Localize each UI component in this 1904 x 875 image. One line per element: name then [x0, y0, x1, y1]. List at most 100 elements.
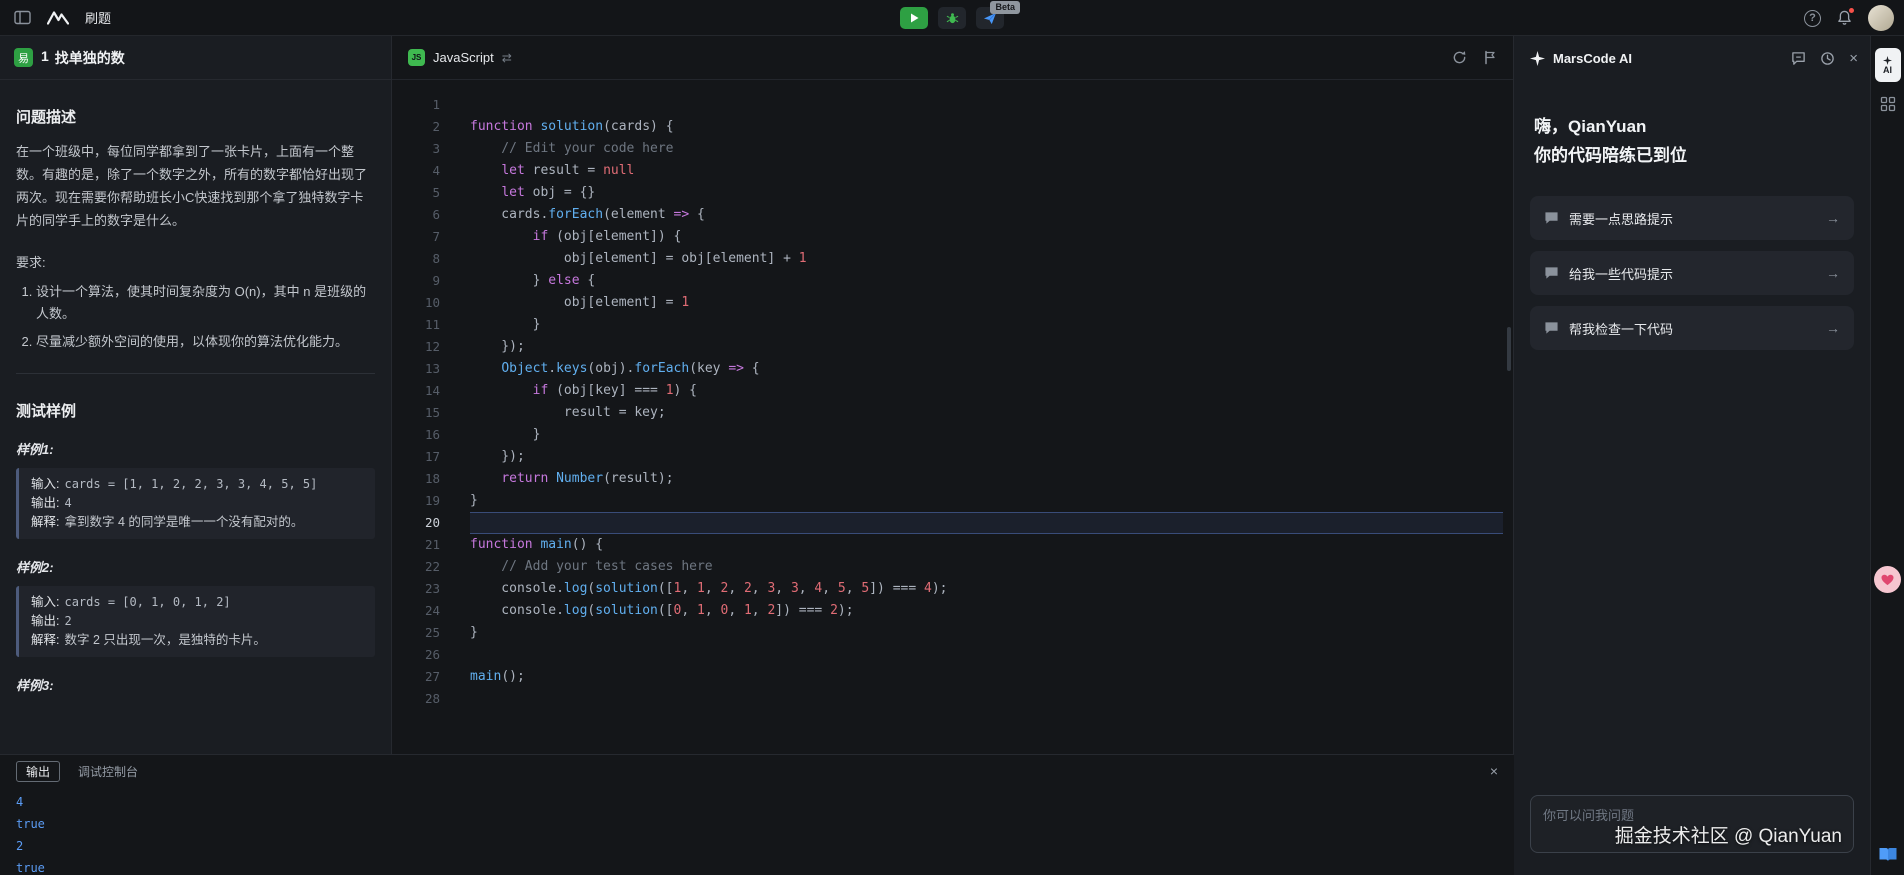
code-line[interactable]: 22 // Add your test cases here — [392, 556, 1513, 578]
run-button[interactable] — [900, 7, 928, 29]
code-text[interactable]: let result = null — [470, 160, 1503, 182]
code-text[interactable]: function main() { — [470, 534, 1503, 556]
code-line[interactable]: 23 console.log(solution([1, 1, 2, 2, 3, … — [392, 578, 1513, 600]
example-output-row: 输出:4 — [31, 494, 363, 513]
code-text[interactable]: let obj = {} — [470, 182, 1503, 204]
docs-button[interactable] — [1878, 846, 1898, 863]
line-number: 4 — [392, 160, 454, 182]
code-text[interactable]: return Number(result); — [470, 468, 1503, 490]
code-text[interactable]: } — [470, 424, 1503, 446]
code-line[interactable]: 9 } else { — [392, 270, 1513, 292]
code-line[interactable]: 5 let obj = {} — [392, 182, 1513, 204]
code-text[interactable]: // Add your test cases here — [470, 556, 1503, 578]
line-number: 26 — [392, 644, 454, 666]
close-icon[interactable]: × — [1490, 763, 1498, 779]
suggestion-review-button[interactable]: 帮我检查一下代码 → — [1530, 306, 1854, 350]
code-line[interactable]: 8 obj[element] = obj[element] + 1 — [392, 248, 1513, 270]
code-line[interactable]: 18 return Number(result); — [392, 468, 1513, 490]
ai-sidebar-button[interactable]: AI — [1875, 48, 1901, 82]
language-tab[interactable]: JavaScript — [433, 50, 494, 65]
code-text[interactable]: console.log(solution([1, 1, 2, 2, 3, 3, … — [470, 578, 1503, 600]
code-text[interactable]: } else { — [470, 270, 1503, 292]
code-lines[interactable]: 1 2function solution(cards) {3 // Edit y… — [392, 80, 1513, 710]
code-text[interactable] — [470, 688, 1503, 710]
editor-scrollbar[interactable] — [1507, 327, 1511, 371]
code-line[interactable]: 2function solution(cards) { — [392, 116, 1513, 138]
debug-button[interactable] — [938, 7, 966, 29]
code-text[interactable]: Object.keys(obj).forEach(key => { — [470, 358, 1503, 380]
sidebar-toggle-icon[interactable] — [14, 10, 31, 25]
code-text[interactable]: obj[element] = obj[element] + 1 — [470, 248, 1503, 270]
examples-heading: 测试样例 — [16, 400, 375, 421]
code-line[interactable]: 25} — [392, 622, 1513, 644]
code-line[interactable]: 27main(); — [392, 666, 1513, 688]
output-line: 4 — [16, 791, 1514, 813]
help-icon[interactable]: ? — [1804, 10, 1821, 27]
editor-tabbar: JS JavaScript ⇄ — [392, 36, 1513, 80]
code-text[interactable]: // Edit your code here — [470, 138, 1503, 160]
reset-code-icon[interactable] — [1452, 50, 1467, 65]
notifications-button[interactable] — [1837, 10, 1852, 26]
avatar[interactable] — [1868, 5, 1894, 31]
code-text[interactable] — [470, 512, 1503, 534]
sparkle-icon — [1530, 51, 1545, 66]
code-text[interactable]: }); — [470, 336, 1503, 358]
code-line[interactable]: 3 // Edit your code here — [392, 138, 1513, 160]
code-line[interactable]: 20 — [392, 512, 1513, 534]
format-code-icon[interactable] — [1483, 50, 1497, 65]
code-text[interactable]: } — [470, 490, 1503, 512]
code-line[interactable]: 26 — [392, 644, 1513, 666]
ai-suggestions: 需要一点思路提示 → 给我一些代码提示 → 帮我检查一下代码 → — [1514, 196, 1870, 350]
code-line[interactable]: 12 }); — [392, 336, 1513, 358]
code-line[interactable]: 14 if (obj[key] === 1) { — [392, 380, 1513, 402]
marscode-logo-icon[interactable] — [47, 10, 69, 25]
code-line[interactable]: 19} — [392, 490, 1513, 512]
code-line[interactable]: 6 cards.forEach(element => { — [392, 204, 1513, 226]
code-line[interactable]: 28 — [392, 688, 1513, 710]
code-text[interactable]: if (obj[element]) { — [470, 226, 1503, 248]
ai-input-field[interactable] — [1531, 796, 1853, 852]
code-line[interactable]: 21function main() { — [392, 534, 1513, 556]
suggestion-hint-button[interactable]: 需要一点思路提示 → — [1530, 196, 1854, 240]
mascot-button[interactable] — [1874, 566, 1901, 593]
problem-body[interactable]: 问题描述 在一个班级中，每位同学都拿到了一张卡片，上面有一个整数。有趣的是，除了… — [0, 80, 391, 754]
code-text[interactable]: } — [470, 622, 1503, 644]
history-icon[interactable] — [1820, 51, 1835, 66]
code-line[interactable]: 24 console.log(solution([0, 1, 0, 1, 2])… — [392, 600, 1513, 622]
ai-assistant-panel: MarsCode AI × 嗨，QianYuan 你的代码陪练已到位 需要一点思… — [1514, 36, 1870, 875]
code-line[interactable]: 11 } — [392, 314, 1513, 336]
code-line[interactable]: 17 }); — [392, 446, 1513, 468]
code-line[interactable]: 1 — [392, 94, 1513, 116]
code-text[interactable]: cards.forEach(element => { — [470, 204, 1503, 226]
example-explain-row: 解释:数字 2 只出现一次，是独特的卡片。 — [31, 631, 363, 650]
language-switch-icon[interactable]: ⇄ — [502, 51, 512, 65]
code-line[interactable]: 10 obj[element] = 1 — [392, 292, 1513, 314]
code-text[interactable]: } — [470, 314, 1503, 336]
code-text[interactable]: function solution(cards) { — [470, 116, 1503, 138]
code-line[interactable]: 16 } — [392, 424, 1513, 446]
code-text[interactable]: console.log(solution([0, 1, 0, 1, 2]) ==… — [470, 600, 1503, 622]
new-chat-icon[interactable] — [1791, 51, 1806, 66]
console-panel: 输出 调试控制台 × 4 true 2 true — [0, 754, 1514, 875]
chat-bubble-icon — [1544, 321, 1559, 335]
code-text[interactable] — [470, 94, 1503, 116]
code-text[interactable]: }); — [470, 446, 1503, 468]
code-line[interactable]: 7 if (obj[element]) { — [392, 226, 1513, 248]
code-line[interactable]: 4 let result = null — [392, 160, 1513, 182]
example-explain-text: 拿到数字 4 的同学是唯一一个没有配对的。 — [64, 515, 303, 529]
tools-button[interactable] — [1879, 96, 1897, 112]
code-text[interactable] — [470, 644, 1503, 666]
code-text[interactable]: main(); — [470, 666, 1503, 688]
code-text[interactable]: if (obj[key] === 1) { — [470, 380, 1503, 402]
tab-debug-console[interactable]: 调试控制台 — [78, 763, 138, 780]
suggestion-code-hint-button[interactable]: 给我一些代码提示 → — [1530, 251, 1854, 295]
greeting-line1: 嗨，QianYuan — [1534, 112, 1850, 141]
tab-output[interactable]: 输出 — [16, 761, 60, 782]
submit-button[interactable]: Beta — [976, 7, 1004, 29]
code-line[interactable]: 15 result = key; — [392, 402, 1513, 424]
code-text[interactable]: obj[element] = 1 — [470, 292, 1503, 314]
menu-item-problems[interactable]: 刷题 — [85, 8, 111, 27]
code-line[interactable]: 13 Object.keys(obj).forEach(key => { — [392, 358, 1513, 380]
close-icon[interactable]: × — [1849, 50, 1858, 67]
code-text[interactable]: result = key; — [470, 402, 1503, 424]
